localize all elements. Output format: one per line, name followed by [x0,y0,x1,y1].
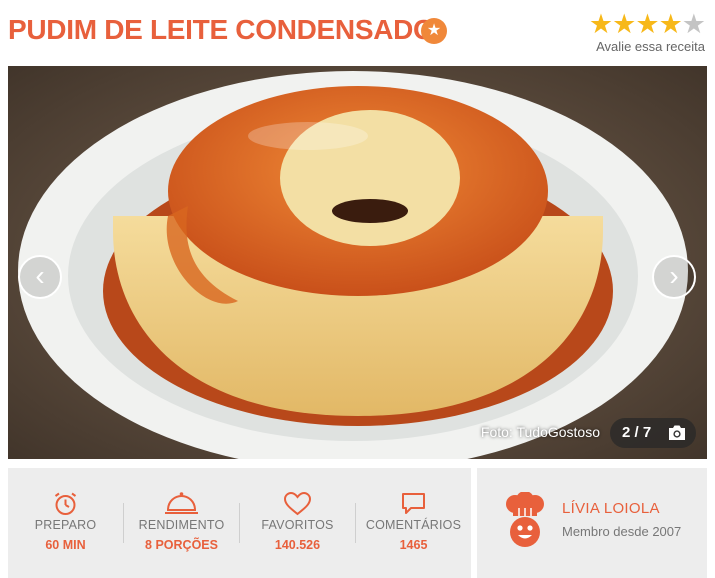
recipe-title: PUDIM DE LEITE CONDENSADO [8,14,435,45]
star-1-icon[interactable]: ★ [589,9,613,39]
author-card[interactable]: LÍVIA LOIOLA Membro desde 2007 [477,468,707,578]
stat-label: FAVORITOS [261,518,334,532]
pudding-image [8,66,707,459]
stat-value: 8 PORÇÕES [145,538,218,552]
stat-value: 60 MIN [45,538,86,552]
author-name[interactable]: LÍVIA LOIOLA [562,500,660,517]
rating-widget[interactable]: ★★★★★ Avalie essa receita [585,9,706,59]
stat-value: 140.526 [274,538,321,552]
rating-stars[interactable]: ★★★★★ [589,9,706,39]
stat-label: PREPARO [34,518,97,532]
rate-recipe-label[interactable]: Avalie essa receita [596,39,705,54]
star-2-icon[interactable]: ★ [612,9,636,39]
recipe-info-panel: PREPARO 60 MIN RENDIMENTO 8 PORÇÕES FAVO… [8,468,471,578]
author-member-since: Membro desde 2007 [562,524,682,539]
chevron-right-icon: › [669,260,679,291]
stat-servings: RENDIMENTO 8 PORÇÕES [124,468,239,578]
stat-label: COMENTÁRIOS [365,518,462,532]
gallery-next-button[interactable]: › [652,255,696,299]
timer-icon [54,492,77,515]
stat-favorites[interactable]: FAVORITOS 140.526 [240,468,355,578]
cloche-icon [165,492,198,514]
photo-credit: Foto: TudoGostoso [480,424,600,440]
stat-comments[interactable]: COMENTÁRIOS 1465 [356,468,471,578]
gallery-counter: 2 / 7 [622,424,652,441]
stat-label: RENDIMENTO [138,518,225,532]
recipe-photo: ‹ › Foto: TudoGostoso 2 / 7 [8,66,707,459]
gallery-counter-button[interactable]: 2 / 7 [610,418,696,448]
stat-prep-time: PREPARO 60 MIN [8,468,123,578]
stat-value: 1465 [399,538,428,552]
heart-icon[interactable] [240,490,355,518]
star-4-icon[interactable]: ★ [659,9,683,39]
camera-icon [669,425,685,440]
recipe-header: PUDIM DE LEITE CONDENSADO ★ ★★★★★ Avalie… [0,0,715,66]
comment-icon[interactable] [356,490,471,518]
star-5-icon[interactable]: ★ [682,9,706,39]
gallery-prev-button[interactable]: ‹ [18,255,62,299]
star-3-icon[interactable]: ★ [635,9,659,39]
chef-avatar-icon [506,492,544,547]
star-badge-icon: ★ [421,18,447,44]
chevron-left-icon: ‹ [35,260,45,291]
